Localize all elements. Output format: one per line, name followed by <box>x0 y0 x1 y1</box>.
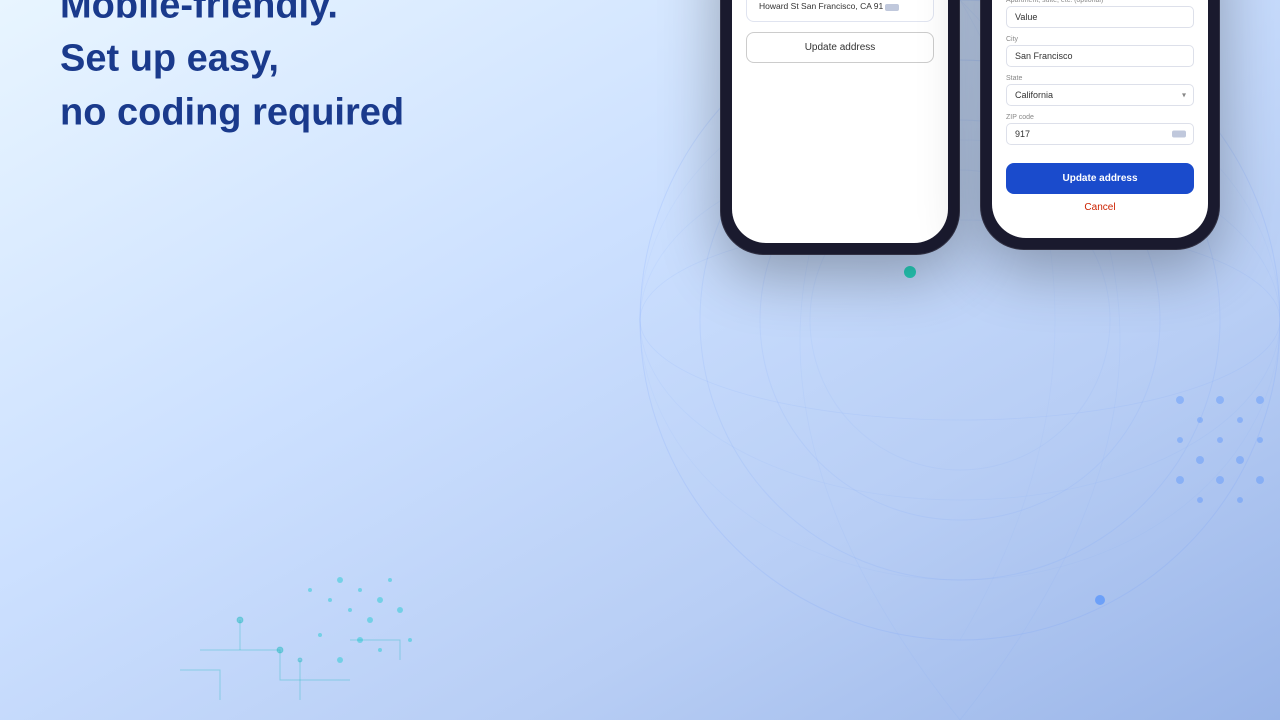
phone-2-state-wrapper[interactable]: ▾ <box>1006 84 1194 106</box>
zip-blur-suffix <box>1172 131 1186 138</box>
phone-2-city-group: City <box>1006 36 1194 67</box>
phone-2-cancel-link[interactable]: Cancel <box>1006 202 1194 213</box>
phone-2-apt-input[interactable] <box>1006 6 1194 28</box>
phone-2-state-group: State ▾ <box>1006 75 1194 106</box>
phone-2-city-input[interactable] <box>1006 45 1194 67</box>
phone-2-update-btn[interactable]: Update address <box>1006 163 1194 194</box>
tagline: Mobile-friendly. Set up easy, no coding … <box>60 0 500 138</box>
phone-2-zip-input[interactable] <box>1006 123 1194 145</box>
phone-2-state-input[interactable] <box>1006 84 1194 106</box>
phone-1-content: Select your shipping address To ensure p… <box>732 0 948 243</box>
phone-2-zip-group: ZIP code <box>1006 114 1194 145</box>
phone-2-apt-label: Apartment, suite, etc. (optional) <box>1006 0 1194 4</box>
phone-1: Select your shipping address To ensure p… <box>720 0 960 255</box>
tagline-line-1: Mobile-friendly. <box>60 0 500 31</box>
phone-2-content: Select your shipping address To ensure p… <box>992 0 1208 238</box>
tagline-line-2: Set up easy, <box>60 35 500 84</box>
phones-container: Select your shipping address To ensure p… <box>720 0 1220 255</box>
phone-1-original-address-card: Howard St San Francisco, CA 91 <box>746 0 934 22</box>
tagline-line-3: no coding required <box>60 88 500 137</box>
phone-2-zip-label: ZIP code <box>1006 114 1194 121</box>
phone-1-original-address: Howard St San Francisco, CA 91 <box>759 1 899 11</box>
left-panel: alider Mobile-friendly. Set up easy, no … <box>60 0 500 142</box>
phone-2-apt-group: Apartment, suite, etc. (optional) <box>1006 0 1194 28</box>
phone-2-state-label: State <box>1006 75 1194 82</box>
phone-2-zip-wrapper <box>1006 123 1194 145</box>
phone-2-screen: Select your shipping address To ensure p… <box>992 0 1208 238</box>
phone-2: Select your shipping address To ensure p… <box>980 0 1220 250</box>
phone-1-update-btn[interactable]: Update address <box>746 32 934 63</box>
phone-1-screen: Select your shipping address To ensure p… <box>732 0 948 243</box>
phone-2-city-label: City <box>1006 36 1194 43</box>
